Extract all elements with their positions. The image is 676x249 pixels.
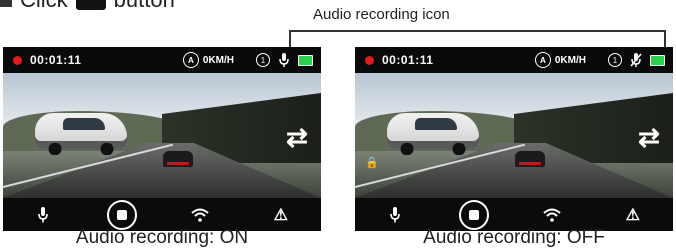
front-camera-inset (387, 113, 479, 155)
lock-icon: 🔒 (365, 157, 379, 169)
recording-dot-icon (13, 55, 22, 65)
instruction-after: button (114, 0, 175, 13)
emergency-lock-button[interactable]: ⚠ (616, 202, 650, 228)
speedometer-icon: A (182, 52, 199, 68)
dashcam-screen-off: 00:01:11 A 0KM/H 1 ⇄ 🔒 ⚠ (355, 47, 673, 231)
callout-label: Audio recording icon (313, 6, 450, 23)
battery-icon (650, 54, 665, 66)
recording-time: 00:01:11 (382, 53, 434, 67)
step-marker-icon (0, 0, 12, 7)
recording-dot-icon (365, 55, 374, 65)
wifi-button[interactable] (535, 202, 569, 228)
instruction: Click button (0, 0, 175, 12)
speed-value: 0KM/H (202, 54, 234, 66)
caption-audio-on: Audio recording: ON (75, 227, 249, 248)
road-vehicle (515, 151, 545, 167)
speedometer-icon: A (534, 52, 551, 68)
callout-leader-h (289, 30, 666, 32)
microphone-button[interactable] (378, 202, 412, 228)
status-bar: 00:01:11 A 0KM/H 1 (355, 47, 673, 73)
loop-timer-icon: 1 (608, 53, 622, 67)
microphone-off-icon (630, 53, 642, 67)
instruction-before: Click (20, 0, 68, 13)
recording-time: 00:01:11 (30, 53, 82, 67)
speed-indicator: A 0KM/H (182, 52, 234, 68)
front-camera-inset (35, 113, 127, 155)
speed-indicator: A 0KM/H (534, 52, 586, 68)
status-bar: 00:01:11 A 0KM/H 1 (3, 47, 321, 73)
loop-timer-icon: 1 (256, 53, 270, 67)
record-stop-button[interactable] (106, 199, 137, 230)
record-stop-button[interactable] (458, 199, 489, 230)
emergency-lock-button[interactable]: ⚠ (264, 202, 298, 228)
dashcam-screen-on: 00:01:11 A 0KM/H 1 ⇄ ⚠ (3, 47, 321, 231)
speed-value: 0KM/H (554, 54, 586, 66)
microphone-on-icon (278, 53, 290, 67)
wifi-button[interactable] (183, 202, 217, 228)
switch-camera-icon[interactable]: ⇄ (283, 123, 311, 151)
caption-audio-off: Audio recording: OFF (423, 227, 605, 248)
camera-view: ⇄ 🔒 (355, 73, 673, 198)
switch-camera-icon[interactable]: ⇄ (635, 123, 663, 151)
road-vehicle (163, 151, 193, 167)
battery-icon (298, 54, 313, 66)
microphone-button[interactable] (26, 202, 60, 228)
record-button-icon (75, 0, 106, 10)
camera-view: ⇄ (3, 73, 321, 198)
